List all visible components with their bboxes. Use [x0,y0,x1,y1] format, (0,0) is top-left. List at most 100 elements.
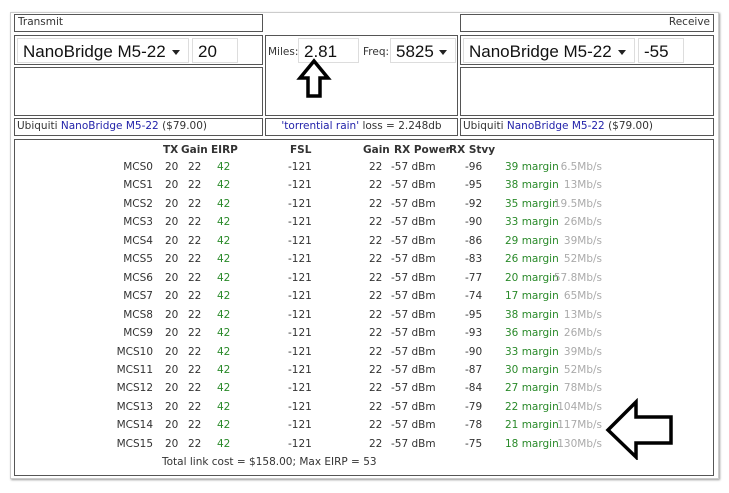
receive-sensitivity-input[interactable]: -55 [638,38,684,63]
header-rx-gain: Gain [363,144,390,156]
fsl: -121 [288,327,312,340]
speed: 19.5Mb/s [553,197,602,210]
rx-gain: 22 [369,179,383,192]
table-row: MCS2 20 22 42 -121 22 -57 dBm -92 35 margin 19.5M… [15,198,715,216]
transmit-details [14,67,263,116]
transmit-vendor: Ubiquiti [17,120,58,132]
rx-gain: 22 [369,197,383,210]
rx-stvy: -90 [465,216,483,229]
table-row: MCS7 20 22 42 -121 22 -57 dBm -74 17 margin 65Mb/… [15,290,715,308]
tx-power: 20 [165,363,179,376]
rx-power: -57 dBm [391,400,436,413]
tx-gain: 22 [188,234,202,247]
transmit-device-link[interactable]: NanoBridge M5-22 [61,120,159,132]
rx-stvy: -83 [465,253,483,266]
eirp: 42 [217,179,231,192]
tx-power: 20 [165,308,179,321]
margin: 36 margin [505,327,559,340]
eirp: 42 [217,382,231,395]
mcs-label: MCS14 [116,419,153,432]
header-eirp: EIRP [211,144,238,156]
eirp: 42 [217,400,231,413]
tx-power: 20 [165,253,179,266]
mcs-label: MCS9 [123,327,153,340]
fsl: -121 [288,400,312,413]
rx-power: -57 dBm [391,161,436,173]
tx-power: 20 [165,419,179,432]
transmit-power-input[interactable]: 20 [192,38,238,63]
rx-stvy: -74 [465,290,483,303]
rain-loss-info: 'torrential rain' loss = 2.248db [265,118,458,136]
fsl: -121 [288,161,312,173]
rx-gain: 22 [369,161,383,173]
table-row: MCS11 20 22 42 -121 22 -57 dBm -87 30 margin 52Mb… [15,364,715,382]
eirp: 42 [217,363,231,376]
miles-label: Miles: [268,46,299,58]
fsl: -121 [288,290,312,303]
table-row: MCS5 20 22 42 -121 22 -57 dBm -83 26 margin 52Mb/… [15,253,715,271]
speed: 130Mb/s [557,437,602,450]
fsl: -121 [288,363,312,376]
table-row: MCS1 20 22 42 -121 22 -57 dBm -95 38 margin 13Mb/… [15,179,715,197]
mcs-label: MCS8 [123,308,153,321]
tx-gain: 22 [188,161,202,173]
transmit-price: ($79.00) [162,120,207,132]
transmit-device-select[interactable]: NanoBridge M5-22 [17,38,189,63]
rx-stvy: -95 [465,179,483,192]
transmit-label: Transmit [18,16,64,28]
fsl: -121 [288,179,312,192]
rx-power: -57 dBm [391,382,436,395]
rx-stvy: -92 [465,197,483,210]
mcs-label: MCS0 [123,161,153,173]
margin: 30 margin [505,363,559,376]
margin: 39 margin [505,161,559,173]
rx-power: -57 dBm [391,290,436,303]
transmit-device-value: NanoBridge M5-22 [23,42,166,61]
speed: 39Mb/s [563,345,602,358]
rain-loss: loss = 2.248db [362,120,442,132]
eirp: 42 [217,161,231,173]
fsl: -121 [288,234,312,247]
fsl: -121 [288,271,312,284]
table-row: MCS9 20 22 42 -121 22 -57 dBm -93 36 margin 26Mb/… [15,327,715,345]
rx-stvy: -90 [465,345,483,358]
receive-device-link[interactable]: NanoBridge M5-22 [507,120,605,132]
fsl: -121 [288,437,312,450]
rx-power: -57 dBm [391,271,436,284]
margin: 22 margin [505,400,559,413]
speed: 78Mb/s [563,382,602,395]
tx-gain: 22 [188,290,202,303]
eirp: 42 [217,271,231,284]
tx-power: 20 [165,234,179,247]
receive-header: Receive [460,14,714,32]
receive-device-select[interactable]: NanoBridge M5-22 [463,38,635,63]
tx-power: 20 [165,216,179,229]
rx-power: -57 dBm [391,363,436,376]
freq-select[interactable]: 5825 [390,38,456,63]
rx-stvy: -84 [465,382,483,395]
fsl: -121 [288,197,312,210]
tx-power: 20 [165,197,179,210]
tx-gain: 22 [188,308,202,321]
speed: 52Mb/s [563,363,602,376]
tx-gain: 22 [188,179,202,192]
header-rx-power: RX Power [394,144,451,156]
path-settings: Miles: 2.81 Freq: 5825 [265,35,458,116]
tx-power: 20 [165,437,179,450]
rx-gain: 22 [369,382,383,395]
eirp: 42 [217,290,231,303]
table-row: MCS3 20 22 42 -121 22 -57 dBm -90 33 margin 26Mb/… [15,216,715,234]
tx-gain: 22 [188,419,202,432]
rx-stvy: -77 [465,271,483,284]
total-link-cost: Total link cost = $158.00; Max EIRP = 53 [162,456,377,468]
margin: 33 margin [505,345,559,358]
mcs-label: MCS4 [123,234,153,247]
speed: 104Mb/s [557,400,602,413]
margin: 29 margin [505,234,559,247]
margin: 18 margin [505,437,559,450]
table-header: TX Gain EIRP FSL Gain RX Power RX Stvy [15,144,715,162]
tx-gain: 22 [188,400,202,413]
rain-link[interactable]: 'torrential rain' [281,120,359,132]
chevron-down-icon [172,50,180,55]
speed: 52Mb/s [563,253,602,266]
